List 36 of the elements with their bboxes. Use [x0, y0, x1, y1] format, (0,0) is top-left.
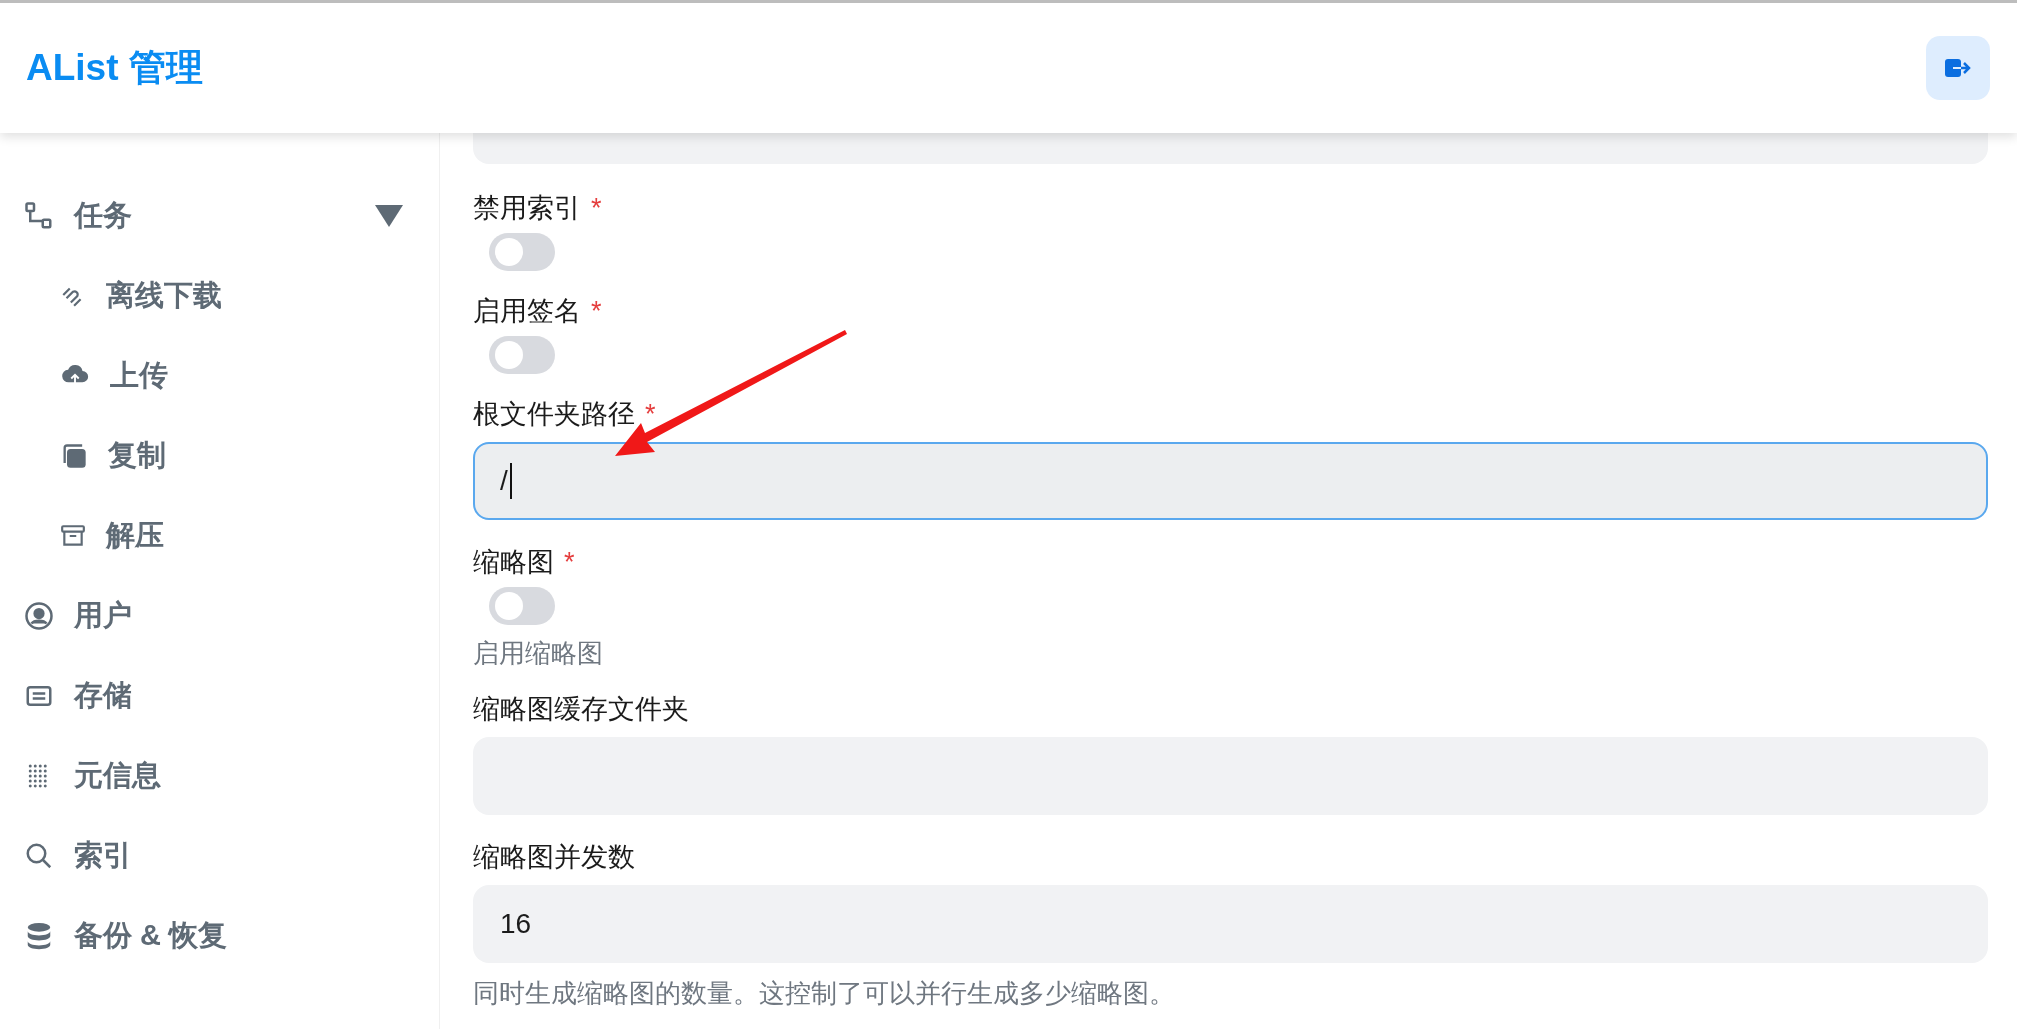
- input-field[interactable]: /: [473, 442, 1988, 520]
- help-text: 启用缩略图: [473, 637, 604, 670]
- sidebar-item[interactable]: 任务: [0, 176, 439, 256]
- field-label: 启用签名: [473, 295, 581, 328]
- field-label: 根文件夹路径: [473, 398, 635, 431]
- sidebar-subitem[interactable]: 离线下载: [0, 256, 439, 336]
- required-mark: *: [591, 192, 602, 225]
- toggle-switch[interactable]: [489, 233, 555, 271]
- search-icon: [24, 841, 54, 871]
- sidebar-subitem[interactable]: 上传: [0, 336, 439, 416]
- logout-button[interactable]: [1926, 36, 1990, 100]
- field-label: 缩略图: [473, 546, 554, 579]
- input-field[interactable]: [473, 133, 1988, 164]
- logout-icon: [1945, 57, 1971, 79]
- user-icon: [24, 601, 54, 631]
- help-text: 同时生成缩略图的数量。这控制了可以并行生成多少缩略图。: [473, 977, 1176, 1010]
- flow-icon: [24, 201, 54, 231]
- sidebar-subitem[interactable]: 解压: [0, 496, 439, 576]
- sidebar-item[interactable]: 用户: [0, 576, 439, 656]
- sidebar-item[interactable]: 索引: [0, 816, 439, 896]
- field-label: 缩略图并发数: [473, 841, 635, 874]
- input-field[interactable]: 16: [473, 885, 1988, 963]
- sidebar-subitem[interactable]: 复制: [0, 416, 439, 496]
- toggle-switch[interactable]: [489, 336, 555, 374]
- archive-icon: [60, 523, 86, 549]
- caret-down-icon[interactable]: [375, 205, 403, 227]
- required-mark: *: [564, 546, 575, 579]
- toggle-switch[interactable]: [489, 587, 555, 625]
- sidebar-item[interactable]: 元信息: [0, 736, 439, 816]
- sidebar-item[interactable]: 存储: [0, 656, 439, 736]
- app-title: AList 管理: [26, 46, 203, 90]
- sidebar-item[interactable]: 备份 & 恢复: [0, 896, 439, 976]
- field-label: 缩略图缓存文件夹: [473, 693, 689, 726]
- field-label: 禁用索引: [473, 192, 581, 225]
- required-mark: *: [645, 398, 656, 431]
- required-mark: *: [591, 295, 602, 328]
